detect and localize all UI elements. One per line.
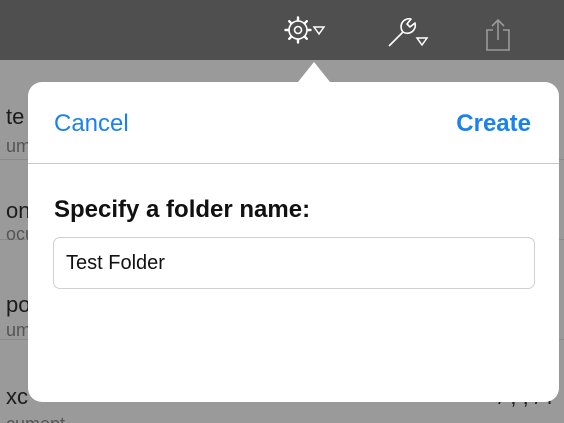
create-button[interactable]: Create bbox=[456, 110, 531, 138]
folder-name-input[interactable] bbox=[53, 237, 535, 289]
popover-header: Cancel Create bbox=[28, 82, 559, 164]
new-folder-popover: Cancel Create Specify a folder name: bbox=[28, 82, 559, 402]
list-item-title: te bbox=[6, 104, 25, 129]
popover-arrow bbox=[298, 62, 330, 82]
list-item-subtitle: cument bbox=[6, 414, 65, 423]
top-toolbar bbox=[0, 0, 564, 60]
list-item-title: xc bbox=[6, 384, 28, 409]
gear-icon[interactable] bbox=[284, 16, 338, 46]
cancel-button[interactable]: Cancel bbox=[54, 110, 129, 138]
screen: te um on ocu po um xc / , , / l cument C… bbox=[0, 0, 564, 423]
share-icon[interactable] bbox=[484, 18, 512, 52]
list-item-title: on bbox=[6, 198, 31, 223]
folder-name-prompt: Specify a folder name: bbox=[54, 196, 311, 223]
wrench-icon[interactable] bbox=[383, 16, 433, 50]
list-item-title: po bbox=[6, 292, 31, 317]
